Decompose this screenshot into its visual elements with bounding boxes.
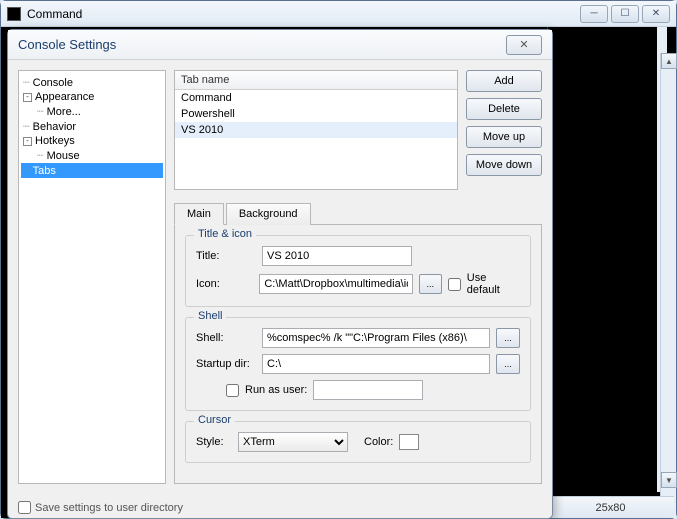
save-settings-label: Save settings to user directory: [35, 502, 183, 514]
status-size: 25x80: [596, 502, 626, 514]
tab-name-list[interactable]: Tab name CommandPowershellVS 2010: [174, 70, 458, 190]
dialog-title: Console Settings: [18, 37, 116, 52]
tree-item-appearance[interactable]: -Appearance: [21, 90, 163, 104]
tree-item-label: Hotkeys: [35, 135, 75, 147]
title-label: Title:: [196, 250, 256, 262]
settings-dialog: Console Settings ✕ ┈Console-Appearance┈M…: [7, 29, 553, 519]
app-icon: [7, 7, 21, 21]
add-button[interactable]: Add: [466, 70, 542, 92]
close-button[interactable]: ✕: [642, 5, 670, 23]
startup-dir-input[interactable]: [262, 354, 490, 374]
titlebar[interactable]: Command ─ ☐ ✕: [1, 1, 676, 27]
tab-name-row[interactable]: VS 2010: [175, 122, 457, 138]
group-cursor: Cursor Style: XTerm Color:: [185, 421, 531, 463]
color-swatch[interactable]: [399, 434, 419, 450]
group-shell: Shell Shell: ... Startup dir: ...: [185, 317, 531, 411]
run-as-user-label: Run as user:: [245, 384, 307, 396]
run-as-user-checkbox[interactable]: [226, 384, 239, 397]
tree-item-label: Tabs: [33, 165, 56, 177]
tree-item-console[interactable]: ┈Console: [21, 75, 163, 90]
tree-item-behavior[interactable]: ┈Behavior: [21, 119, 163, 134]
icon-label: Icon:: [196, 278, 253, 290]
save-settings-checkbox[interactable]: [18, 501, 31, 514]
scroll-down-icon[interactable]: ▼: [661, 472, 677, 488]
tree-dots-icon: ┈: [23, 164, 30, 177]
tree-item-label: Mouse: [47, 150, 80, 162]
tab-bar: Main Background: [174, 202, 542, 225]
group-title-icon: Title & icon Title: Icon: ... Use defaul: [185, 235, 531, 307]
tab-main[interactable]: Main: [174, 203, 224, 225]
settings-right-pane: Tab name CommandPowershellVS 2010 Add De…: [174, 70, 542, 484]
tree-item-label: Console: [33, 77, 73, 89]
delete-button[interactable]: Delete: [466, 98, 542, 120]
startup-dir-label: Startup dir:: [196, 358, 256, 370]
group-label-cursor: Cursor: [194, 414, 235, 426]
dialog-footer: Save settings to user directory: [18, 501, 183, 514]
tree-item-label: Behavior: [33, 121, 76, 133]
maximize-button[interactable]: ☐: [611, 5, 639, 23]
window-body: ▲ ▼ 25x80 Console Settings ✕ ┈Console-Ap…: [1, 27, 676, 518]
console-output[interactable]: [547, 27, 667, 492]
use-default-label: Use default: [467, 272, 520, 296]
main-panel: Title & icon Title: Icon: ... Use defaul: [174, 225, 542, 484]
tree-dots-icon: ┈: [37, 149, 44, 162]
tree-item-more-[interactable]: ┈More...: [21, 104, 163, 119]
tab-list-header: Tab name: [175, 71, 457, 90]
tree-toggle-icon[interactable]: -: [23, 93, 32, 102]
minimize-button[interactable]: ─: [580, 5, 608, 23]
startup-browse-button[interactable]: ...: [496, 354, 520, 374]
tree-item-label: More...: [47, 106, 81, 118]
group-label-shell: Shell: [194, 310, 226, 322]
group-label-title-icon: Title & icon: [194, 228, 256, 240]
tree-dots-icon: ┈: [23, 76, 30, 89]
settings-tree[interactable]: ┈Console-Appearance┈More...┈Behavior-Hot…: [18, 70, 166, 484]
dialog-close-button[interactable]: ✕: [506, 35, 542, 55]
dialog-titlebar[interactable]: Console Settings ✕: [8, 30, 552, 60]
run-as-user-input[interactable]: [313, 380, 423, 400]
vertical-scrollbar[interactable]: ▲ ▼: [660, 53, 676, 518]
shell-input[interactable]: [262, 328, 490, 348]
tree-item-mouse[interactable]: ┈Mouse: [21, 148, 163, 163]
tree-dots-icon: ┈: [37, 105, 44, 118]
main-window: Command ─ ☐ ✕ ▲ ▼ 25x80 Console Settings…: [0, 0, 677, 519]
status-bar: 25x80: [547, 496, 674, 518]
tab-name-row[interactable]: Command: [175, 90, 457, 106]
tree-toggle-icon[interactable]: -: [23, 137, 32, 146]
scroll-up-icon[interactable]: ▲: [661, 53, 677, 69]
style-label: Style:: [196, 436, 232, 448]
move-down-button[interactable]: Move down: [466, 154, 542, 176]
tab-background[interactable]: Background: [226, 203, 311, 225]
style-select[interactable]: XTerm: [238, 432, 348, 452]
use-default-checkbox[interactable]: [448, 278, 461, 291]
tab-name-row[interactable]: Powershell: [175, 106, 457, 122]
shell-browse-button[interactable]: ...: [496, 328, 520, 348]
color-label: Color:: [364, 436, 393, 448]
tree-item-hotkeys[interactable]: -Hotkeys: [21, 134, 163, 148]
tree-item-tabs[interactable]: ┈Tabs: [21, 163, 163, 178]
tree-item-label: Appearance: [35, 91, 94, 103]
icon-browse-button[interactable]: ...: [419, 274, 442, 294]
shell-label: Shell:: [196, 332, 256, 344]
icon-input[interactable]: [259, 274, 412, 294]
window-title: Command: [27, 7, 82, 21]
tree-dots-icon: ┈: [23, 120, 30, 133]
move-up-button[interactable]: Move up: [466, 126, 542, 148]
title-input[interactable]: [262, 246, 412, 266]
